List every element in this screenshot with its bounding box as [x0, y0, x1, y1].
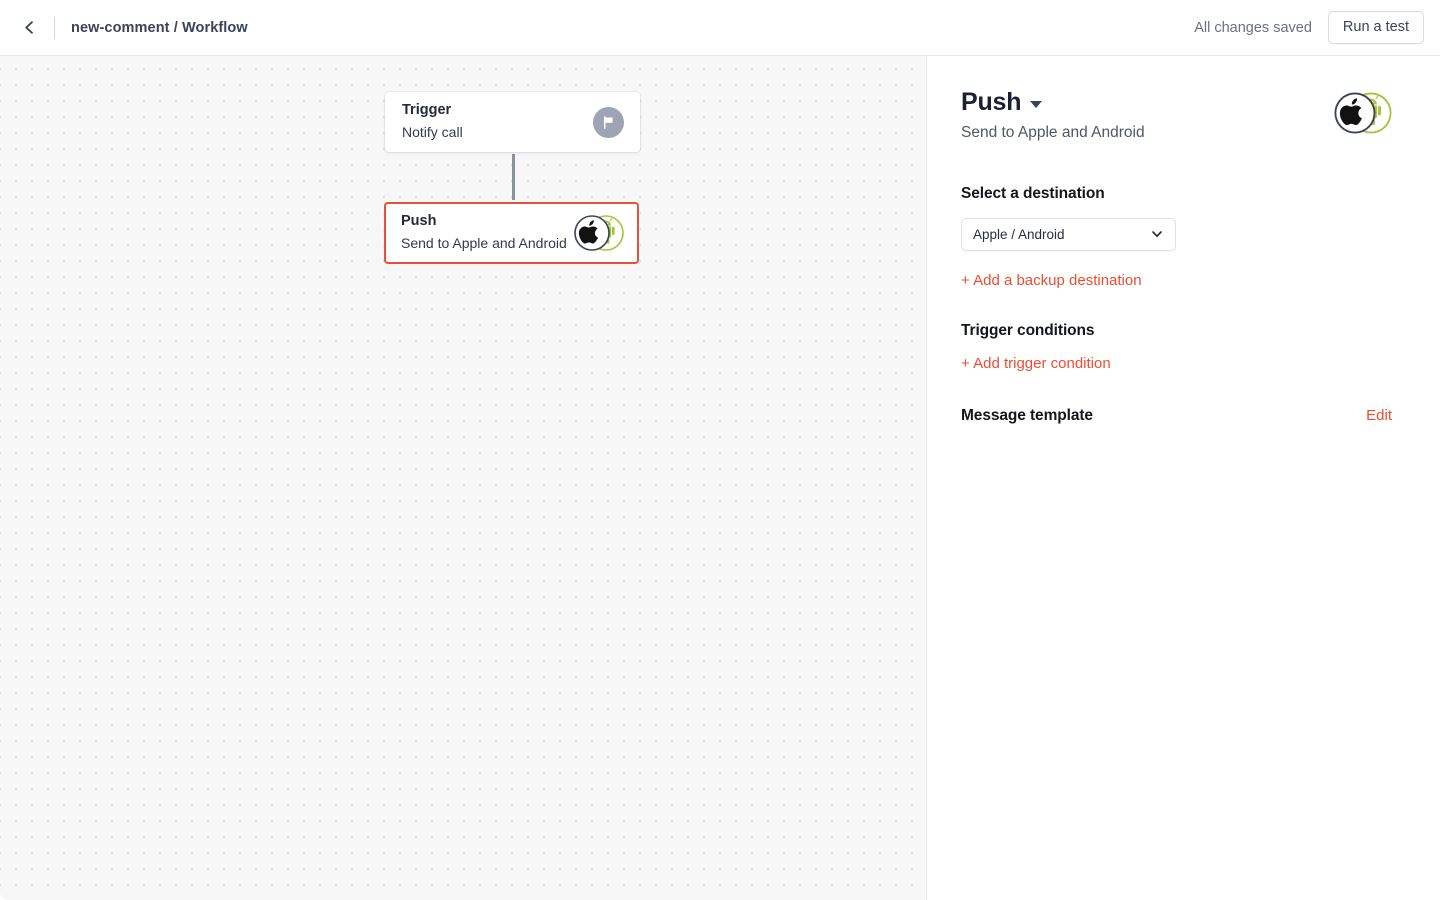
flag-icon — [593, 106, 624, 138]
panel-header: Push Send to Apple and Android — [961, 88, 1392, 144]
node-trigger-title: Trigger — [402, 102, 452, 119]
node-push-title: Push — [401, 213, 437, 230]
apple-android-icon — [1334, 90, 1392, 136]
workflow-node-trigger[interactable]: Trigger Notify call — [385, 92, 640, 152]
workflow-node-push[interactable]: Push Send to Apple and Android — [384, 202, 639, 264]
topbar-divider — [54, 16, 55, 39]
workflow-editor-page: new-comment / Workflow All changes saved… — [0, 0, 1440, 900]
chevron-down-icon — [1150, 227, 1164, 241]
node-trigger-text: Trigger Notify call — [402, 101, 593, 142]
message-template-label: Message template — [961, 406, 1093, 424]
topbar-actions: All changes saved Run a test — [1194, 11, 1424, 44]
node-connector-line — [512, 154, 515, 200]
apple-android-icon — [574, 213, 624, 253]
destination-section: Select a destination Apple / Android + A… — [961, 185, 1392, 291]
breadcrumb: new-comment / Workflow — [71, 19, 248, 36]
workflow-canvas[interactable]: Trigger Notify call Push Send to Apple a… — [0, 56, 927, 900]
add-trigger-condition-link[interactable]: + Add trigger condition — [961, 354, 1111, 374]
save-status-text: All changes saved — [1194, 19, 1312, 36]
destination-select[interactable]: Apple / Android — [961, 217, 1176, 251]
add-backup-destination-link[interactable]: + Add a backup destination — [961, 271, 1142, 291]
node-push-text: Push Send to Apple and Android — [401, 212, 574, 253]
destination-section-label: Select a destination — [961, 184, 1105, 202]
edit-message-template-link[interactable]: Edit — [1366, 407, 1392, 424]
destination-select-wrap: Apple / Android — [961, 217, 1176, 251]
node-push-subtitle: Send to Apple and Android — [401, 234, 567, 251]
caret-down-icon — [1030, 101, 1043, 108]
message-template-section: Message template Edit — [961, 407, 1392, 425]
trigger-conditions-section: Trigger conditions + Add trigger conditi… — [961, 322, 1392, 374]
panel-title: Push — [961, 88, 1022, 116]
run-a-test-button[interactable]: Run a test — [1327, 11, 1424, 44]
panel-title-dropdown[interactable]: Push — [961, 88, 1334, 116]
destination-select-value: Apple / Android — [973, 226, 1065, 242]
chevron-left-icon — [21, 19, 38, 36]
node-settings-panel: Push Send to Apple and Android Select a … — [928, 56, 1440, 900]
panel-subtitle: Send to Apple and Android — [961, 124, 1145, 141]
panel-header-text: Push Send to Apple and Android — [961, 88, 1334, 144]
trigger-conditions-label: Trigger conditions — [961, 322, 1095, 340]
top-bar: new-comment / Workflow All changes saved… — [0, 0, 1440, 56]
node-trigger-subtitle: Notify call — [402, 123, 463, 140]
back-button[interactable] — [14, 13, 44, 43]
